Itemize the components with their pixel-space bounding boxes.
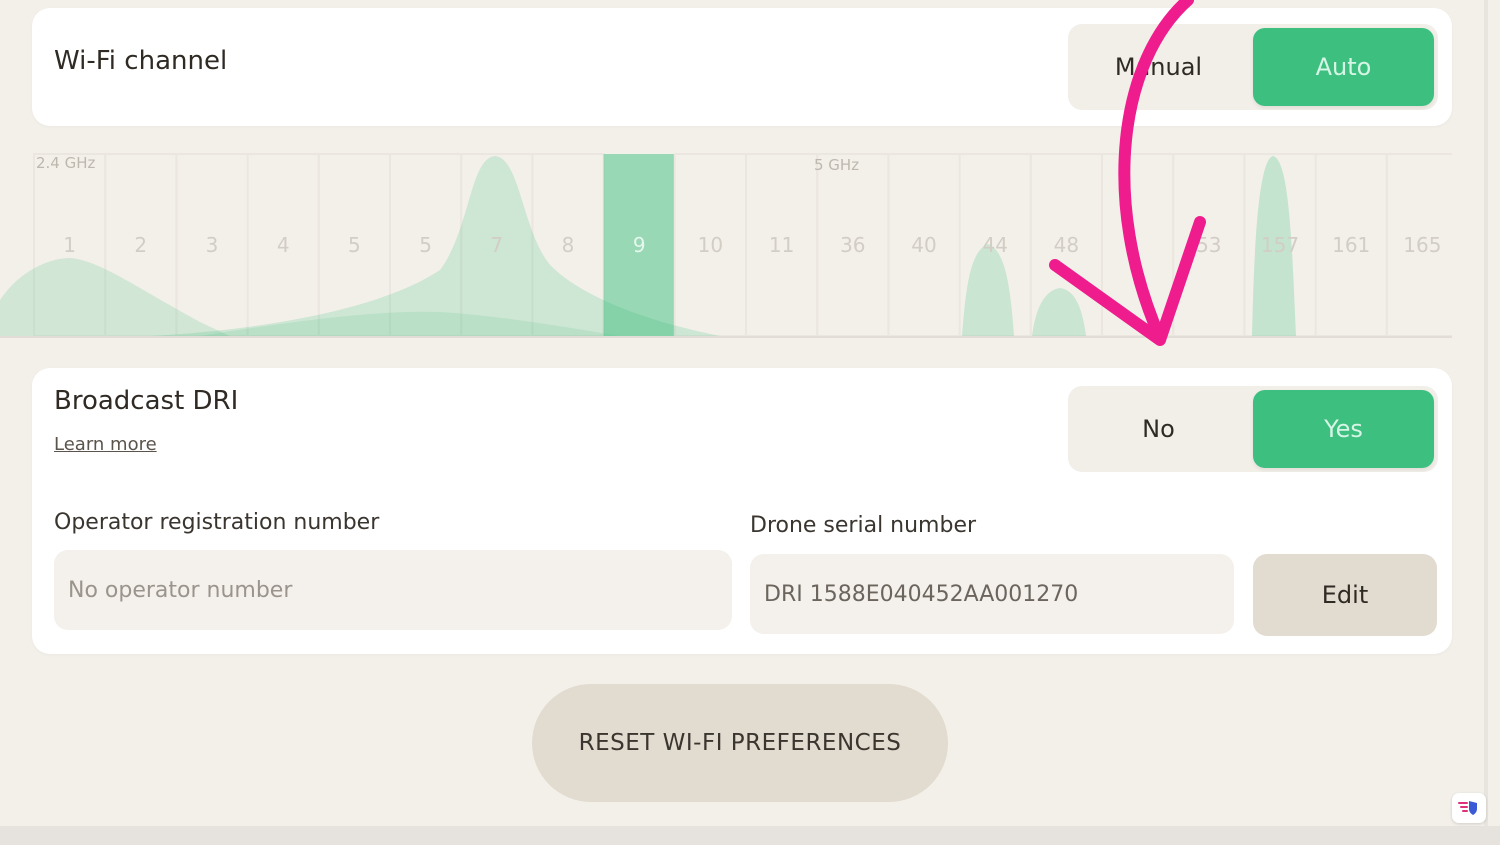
interference-curve-ch44 xyxy=(962,244,1014,336)
channel-label-4: 4 xyxy=(277,233,290,257)
drone-serial-input[interactable]: DRI 1588E040452AA001270 xyxy=(750,554,1234,634)
channel-label-40: 40 xyxy=(911,233,936,257)
broadcast-dri-yes-option[interactable]: Yes xyxy=(1253,390,1434,468)
channel-label-3: 3 xyxy=(206,233,219,257)
wifi-channel-manual-option[interactable]: Manual xyxy=(1068,24,1249,110)
channel-label-11: 11 xyxy=(769,233,794,257)
wifi-channel-title: Wi-Fi channel xyxy=(54,46,228,76)
channel-label-9: 9 xyxy=(633,233,646,257)
channel-label-8: 8 xyxy=(562,233,575,257)
channel-label-157: 157 xyxy=(1261,233,1299,257)
scrollbar-track[interactable] xyxy=(1484,0,1488,826)
broadcast-dri-title: Broadcast DRI xyxy=(54,386,239,416)
channel-label-44: 44 xyxy=(982,233,1007,257)
interference-curve-ch48 xyxy=(1032,288,1086,336)
channel-label-5: 5 xyxy=(348,233,361,257)
wifi-channel-card: Wi-Fi channel Manual Auto xyxy=(32,8,1452,126)
channel-spectrum-svg: 1 2 3 4 5 5 7 8 9 10 11 36 40 44 48 53 157 161 165 2.4 GHz… xyxy=(0,153,1452,338)
broadcast-dri-toggle: No Yes xyxy=(1068,386,1438,472)
bottom-bar xyxy=(0,826,1500,845)
channel-column-52[interactable] xyxy=(1101,153,1175,337)
drone-serial-label: Drone serial number xyxy=(750,513,977,538)
band-5-label: 5 GHz xyxy=(814,156,859,174)
edit-serial-button[interactable]: Edit xyxy=(1253,554,1437,636)
extension-badge-icon[interactable] xyxy=(1452,793,1486,823)
reset-wifi-preferences-button[interactable]: RESET WI-FI PREFERENCES xyxy=(532,684,948,802)
operator-number-input[interactable]: No operator number xyxy=(54,550,732,630)
band-24-label: 2.4 GHz xyxy=(36,154,96,172)
channel-spectrum-chart: 1 2 3 4 5 5 7 8 9 10 11 36 40 44 48 53 157 161 165 2.4 GHz… xyxy=(0,150,1452,340)
channel-label-6: 5 xyxy=(419,233,432,257)
interference-curve-ch1 xyxy=(0,258,230,336)
badge-shield-icon xyxy=(1458,801,1477,815)
channel-label-48: 48 xyxy=(1054,233,1079,257)
channel-label-153: 53 xyxy=(1196,233,1221,257)
channel-label-36: 36 xyxy=(840,233,865,257)
wifi-channel-auto-option[interactable]: Auto xyxy=(1253,28,1434,106)
channel-label-1: 1 xyxy=(63,233,76,257)
channel-label-165: 165 xyxy=(1403,233,1441,257)
channel-label-2: 2 xyxy=(134,233,147,257)
channel-label-10: 10 xyxy=(698,233,723,257)
operator-number-label: Operator registration number xyxy=(54,510,380,535)
wifi-channel-toggle: Manual Auto xyxy=(1068,24,1438,110)
channel-label-7: 7 xyxy=(490,233,503,257)
broadcast-dri-no-option[interactable]: No xyxy=(1068,386,1249,472)
channel-label-161: 161 xyxy=(1332,233,1370,257)
broadcast-dri-card: Broadcast DRI Learn more No Yes Operator… xyxy=(32,368,1452,654)
learn-more-link[interactable]: Learn more xyxy=(54,434,157,455)
